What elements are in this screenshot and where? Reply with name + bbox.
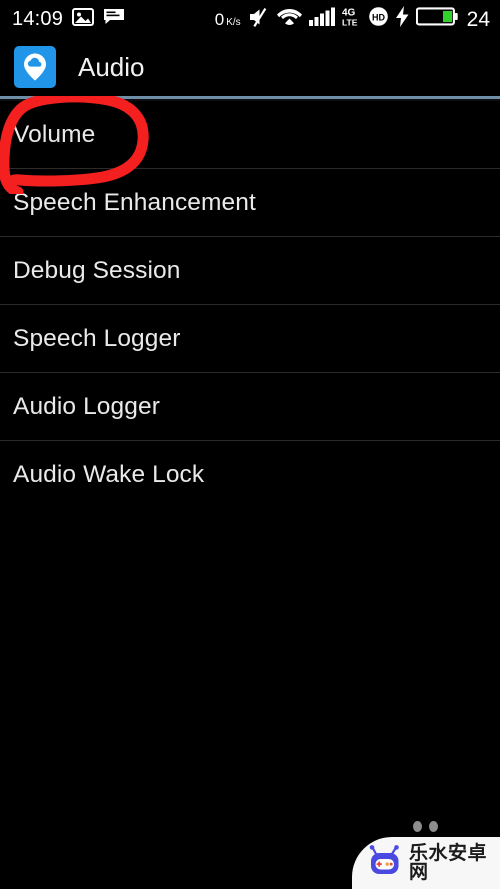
lte-label: LTE	[342, 18, 358, 28]
status-bar-left: 14:09	[12, 7, 125, 31]
list-item-speech-enhancement[interactable]: Speech Enhancement	[0, 169, 500, 237]
list-item-audio-logger[interactable]: Audio Logger	[0, 373, 500, 441]
battery-icon	[415, 6, 458, 32]
list-item-audio-wake-lock[interactable]: Audio Wake Lock	[0, 441, 500, 509]
action-bar: Audio	[0, 38, 500, 96]
watermark-dot	[413, 821, 422, 832]
list-item-label: Speech Enhancement	[13, 188, 256, 216]
volume-mute-icon	[248, 7, 270, 32]
wifi-icon	[276, 7, 302, 31]
cloud-pin-icon[interactable]	[14, 46, 56, 88]
hd-label: HD	[372, 12, 385, 22]
status-bar-right: 0 K/s 4G LTE HD 24	[215, 6, 490, 32]
message-icon	[103, 8, 125, 30]
network-speed-indicator: 0 K/s	[215, 11, 241, 28]
status-bar: 14:09 0 K/s 4G LTE HD 24	[0, 0, 500, 38]
network-speed-unit: K/s	[226, 16, 241, 28]
list-item-label: Debug Session	[13, 256, 181, 284]
watermark-text: 乐水安卓网	[409, 842, 488, 883]
status-bar-clock: 14:09	[12, 8, 64, 30]
signal-bars-icon	[308, 7, 335, 31]
list-item-debug-session[interactable]: Debug Session	[0, 237, 500, 305]
robot-mascot-icon	[368, 844, 402, 882]
list-item-volume[interactable]: Volume	[0, 101, 500, 169]
watermark: 乐水安卓网	[352, 837, 500, 889]
charging-bolt-icon	[395, 6, 409, 32]
settings-list: Volume Speech Enhancement Debug Session …	[0, 101, 500, 509]
page-title: Audio	[78, 52, 145, 82]
list-item-label: Audio Logger	[13, 392, 160, 420]
watermark-dots	[413, 821, 438, 832]
hd-voice-icon: HD	[368, 6, 389, 32]
list-item-label: Speech Logger	[13, 324, 181, 352]
network-speed-value: 0	[214, 9, 225, 29]
list-item-speech-logger[interactable]: Speech Logger	[0, 305, 500, 373]
watermark-dot	[429, 821, 438, 832]
4g-lte-icon: 4G LTE	[342, 6, 361, 32]
list-item-label: Audio Wake Lock	[13, 460, 205, 488]
photo-icon	[72, 7, 95, 31]
battery-percent-label: 24	[466, 7, 490, 31]
list-item-label: Volume	[13, 120, 96, 148]
